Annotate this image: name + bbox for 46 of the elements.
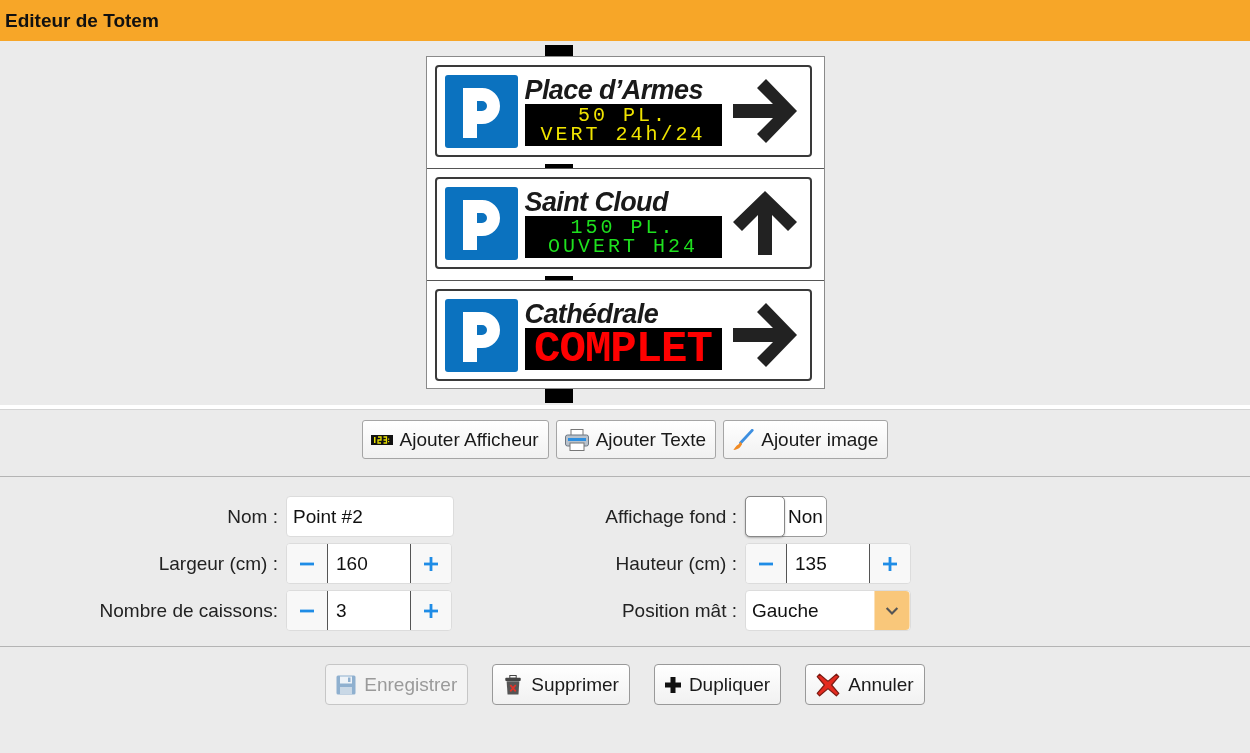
led-counter-icon: [370, 434, 393, 445]
toolbar-button[interactable]: Ajouter Texte: [555, 420, 717, 459]
action-button[interactable]: Annuler: [805, 664, 925, 705]
sign-name: Cathédrale: [524, 300, 659, 328]
cross-icon: [816, 672, 841, 697]
field-label: Nom :: [227, 505, 278, 528]
mast-segment: [544, 276, 573, 280]
plus-icon: [664, 676, 681, 693]
paintbrush-icon: [732, 428, 755, 451]
toolbar-button[interactable]: Ajouter image: [723, 420, 889, 459]
field-label: Nombre de caissons:: [99, 599, 278, 622]
parking-sign-icon: [444, 298, 518, 372]
sign-name: Place d’Armes: [524, 76, 703, 104]
led-message: 150 PL. OUVERT H24: [548, 218, 698, 256]
field-label: Largeur (cm) :: [158, 552, 278, 575]
plus-icon: [424, 603, 438, 618]
arrow-up-icon: [732, 191, 797, 255]
field-label: Position mât :: [621, 599, 737, 622]
number-input[interactable]: 3: [327, 591, 411, 630]
mast-segment: [544, 164, 573, 168]
arrow-right-icon: [732, 79, 797, 143]
mast-segment: [544, 45, 573, 56]
toggle-switch[interactable]: Non: [745, 496, 827, 537]
action-button[interactable]: Supprimer: [492, 664, 630, 705]
plus-icon: [883, 556, 897, 571]
field-label: Hauteur (cm) :: [615, 552, 737, 575]
trash-can-icon: [503, 674, 524, 695]
printer-icon: [564, 428, 589, 451]
field-label: Affichage fond :: [605, 505, 737, 528]
number-input[interactable]: 135: [786, 544, 870, 583]
toolbar-button[interactable]: Ajouter Afficheur: [361, 420, 549, 459]
parking-sign-icon: [444, 186, 518, 260]
sign-name: Saint Cloud: [524, 188, 668, 216]
arrow-right-icon: [732, 303, 797, 367]
dropdown-select[interactable]: Gauche: [745, 590, 911, 631]
action-button[interactable]: Dupliquer: [653, 664, 782, 705]
led-message: COMPLET: [534, 333, 712, 365]
header-title: Editeur de Totem: [5, 9, 159, 32]
parking-sign-icon: [444, 74, 518, 148]
text-field[interactable]: Point #2: [286, 496, 454, 537]
number-input[interactable]: 160: [327, 544, 411, 583]
led-message: 50 PL. VERT 24h/24: [540, 106, 706, 144]
switch-knob[interactable]: [745, 496, 785, 537]
chevron-down-icon: [874, 591, 910, 630]
plus-icon: [424, 556, 438, 571]
mast-segment: [544, 389, 573, 403]
